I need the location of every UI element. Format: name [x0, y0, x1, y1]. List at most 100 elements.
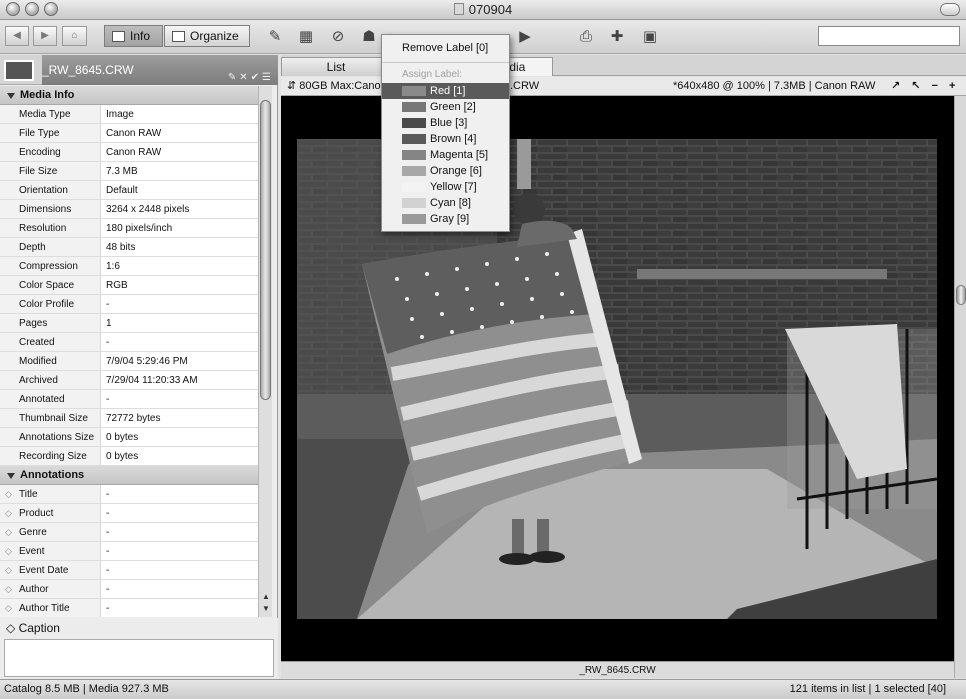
caption-label-text: Caption	[18, 621, 60, 635]
info-row-value: 1:6	[106, 261, 120, 272]
media-info-list: Media Type Image File Type Canon RAW Encodin…	[0, 105, 258, 466]
scroll-down-arrow[interactable]: ▼	[259, 604, 273, 616]
folder-icon	[453, 3, 464, 15]
label-item[interactable]: Cyan [8]	[382, 195, 509, 211]
assign-label-text: Assign Label:	[402, 69, 463, 80]
info-view-button[interactable]: Info	[104, 25, 163, 47]
rating-button[interactable]: ☗	[358, 27, 380, 47]
label-item[interactable]: Green [2]	[382, 99, 509, 115]
info-row-key: Annotated	[0, 390, 101, 408]
info-row-value: 1	[106, 318, 112, 329]
info-row-value[interactable]: -	[101, 580, 109, 598]
window-title: 070904	[0, 2, 966, 17]
label-item[interactable]: Gray [9]	[382, 211, 509, 227]
label-color-swatch	[402, 118, 426, 128]
info-row-value[interactable]: -	[101, 523, 109, 541]
sidebar-scrollbar[interactable]: ▲ ▼	[258, 86, 272, 617]
forward-button[interactable]: ▶	[33, 26, 57, 46]
info-row[interactable]: Event Date-	[0, 561, 258, 580]
caption-field[interactable]	[4, 639, 274, 677]
file-name: _RW_8645.CRW	[42, 63, 134, 77]
info-row-value[interactable]: -	[101, 485, 109, 503]
sidebar-scroll-thumb[interactable]	[260, 100, 271, 400]
info-row[interactable]: Genre-	[0, 523, 258, 542]
info-row-value: Canon RAW	[106, 128, 162, 139]
label-item[interactable]: Orange [6]	[382, 163, 509, 179]
search-input[interactable]	[818, 26, 960, 46]
media-info-section[interactable]: Media Info	[0, 86, 258, 105]
photos-button[interactable]: ▣	[639, 27, 661, 47]
label-item[interactable]: Blue [3]	[382, 115, 509, 131]
info-row-key: Depth	[0, 238, 101, 256]
info-row[interactable]: Author Title-	[0, 599, 258, 617]
info-row[interactable]: Product-	[0, 504, 258, 523]
label-item[interactable]: Yellow [7]	[382, 179, 509, 195]
info-row[interactable]: Title-	[0, 485, 258, 504]
info-row-key: Archived	[0, 371, 101, 389]
remove-label-item[interactable]: Remove Label [0]	[382, 40, 509, 56]
menu-divider	[382, 62, 509, 63]
info-row-value[interactable]: -	[101, 561, 109, 579]
label-color-swatch	[402, 182, 426, 192]
info-row: Compression 1:6	[0, 257, 258, 276]
media-info-heading: Media Info	[20, 89, 75, 101]
label-color-swatch	[402, 150, 426, 160]
info-row-key: Media Type	[0, 105, 101, 123]
label-color-swatch	[402, 166, 426, 176]
info-row: Recording Size 0 bytes	[0, 447, 258, 466]
file-header: _RW_8645.CRW ✎✕✔☰	[0, 55, 278, 85]
info-row-key: Orientation	[0, 181, 101, 199]
info-row-value: 3264 x 2448 pixels	[106, 204, 190, 215]
label-item[interactable]: Red [1]	[382, 83, 509, 99]
info-row: Color Space RGB	[0, 276, 258, 295]
label-item[interactable]: Magenta [5]	[382, 147, 509, 163]
organize-label: Organize	[190, 29, 239, 43]
info-row: Thumbnail Size 72772 bytes	[0, 409, 258, 428]
annotations-section[interactable]: Annotations	[0, 466, 258, 485]
slideshow-button[interactable]: ▦	[295, 27, 317, 47]
label-item-text: Orange [6]	[430, 165, 482, 177]
info-row: Archived 7/29/04 11:20:33 AM	[0, 371, 258, 390]
caption-panel: ◇ Caption	[0, 618, 278, 679]
back-button[interactable]: ◀	[5, 26, 29, 46]
window-title-bar: 070904	[0, 0, 966, 20]
info-row-value: Image	[106, 109, 134, 120]
label-tool-button[interactable]: ✎	[264, 27, 286, 47]
info-row-value: RGB	[106, 280, 128, 291]
viewer-scrollbar[interactable]	[954, 96, 966, 678]
toolbar-toggle-button[interactable]	[940, 3, 960, 16]
info-row: Created -	[0, 333, 258, 352]
viewer-scroll-thumb[interactable]	[956, 285, 966, 305]
info-row[interactable]: Author-	[0, 580, 258, 599]
play-icon: ▶	[519, 28, 531, 45]
info-row-key: Created	[0, 333, 101, 351]
tab-list-label: List	[326, 60, 346, 74]
info-row-value[interactable]: -	[101, 599, 109, 617]
info-row: File Type Canon RAW	[0, 124, 258, 143]
info-row-value[interactable]: -	[101, 542, 109, 560]
zoom-controls[interactable]: ↗ ↖ − +	[891, 77, 959, 95]
label-item-text: Magenta [5]	[430, 149, 489, 161]
scroll-up-arrow[interactable]: ▲	[259, 592, 273, 604]
info-row-key: Dimensions	[0, 200, 101, 218]
volume-text: 80GB Max:Canon	[299, 80, 387, 92]
info-row-key: Modified	[0, 352, 101, 370]
add-button[interactable]: ✚	[606, 27, 628, 47]
label-item-text: Gray [9]	[430, 213, 470, 225]
info-row: Resolution 180 pixels/inch	[0, 219, 258, 238]
print-button[interactable]: ⎙	[575, 27, 597, 47]
home-button[interactable]: ⌂	[62, 26, 87, 46]
plus-icon: ✚	[610, 28, 624, 45]
info-row: Encoding Canon RAW	[0, 143, 258, 162]
stop-button[interactable]: ⊘	[327, 27, 349, 47]
tab-list[interactable]: List	[281, 57, 391, 76]
selection-status: 121 items in list | 1 selected [40]	[789, 683, 946, 695]
play-button[interactable]: ▶	[514, 27, 536, 47]
info-row-key: Compression	[0, 257, 101, 275]
info-row-value[interactable]: -	[101, 504, 109, 522]
file-name-bar: _RW_8645.CRW ✎✕✔☰	[42, 55, 278, 85]
label-item[interactable]: Brown [4]	[382, 131, 509, 147]
organize-view-button[interactable]: Organize	[164, 25, 250, 47]
info-row[interactable]: Event-	[0, 542, 258, 561]
info-row: File Size 7.3 MB	[0, 162, 258, 181]
